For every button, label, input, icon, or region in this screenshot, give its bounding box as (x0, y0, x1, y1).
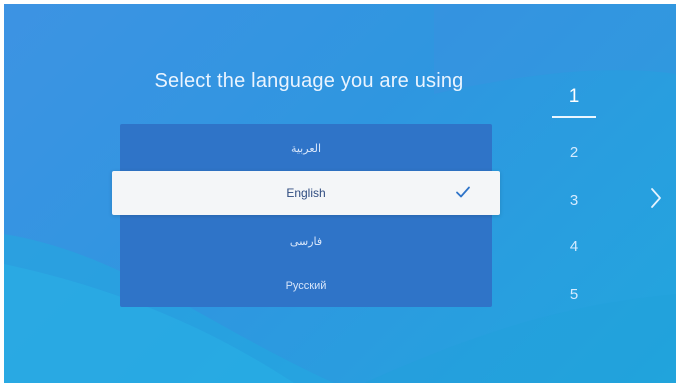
step-3: 3 (569, 192, 579, 209)
language-item-english[interactable]: English (112, 171, 500, 215)
page-title: Select the language you are using (154, 70, 464, 92)
language-label: English (286, 186, 326, 200)
chevron-right-icon[interactable] (648, 186, 664, 210)
language-label: Русский (285, 280, 327, 292)
checkmark-icon (456, 186, 470, 198)
step-5: 5 (569, 286, 579, 303)
step-2: 2 (569, 144, 579, 161)
step-4: 4 (569, 238, 579, 255)
language-label: العربية (290, 142, 322, 155)
active-step-underline (552, 116, 596, 118)
language-label: فارسی (289, 235, 323, 248)
language-item-farsi[interactable]: فارسی (120, 219, 492, 263)
setup-screen: Select the language you are using العربي… (4, 4, 676, 383)
step-1: 1 (568, 86, 580, 107)
language-item-russian[interactable]: Русский (120, 264, 492, 308)
language-item-arabic[interactable]: العربية (120, 126, 492, 170)
language-list: العربية English فارسی Русский (112, 124, 500, 308)
